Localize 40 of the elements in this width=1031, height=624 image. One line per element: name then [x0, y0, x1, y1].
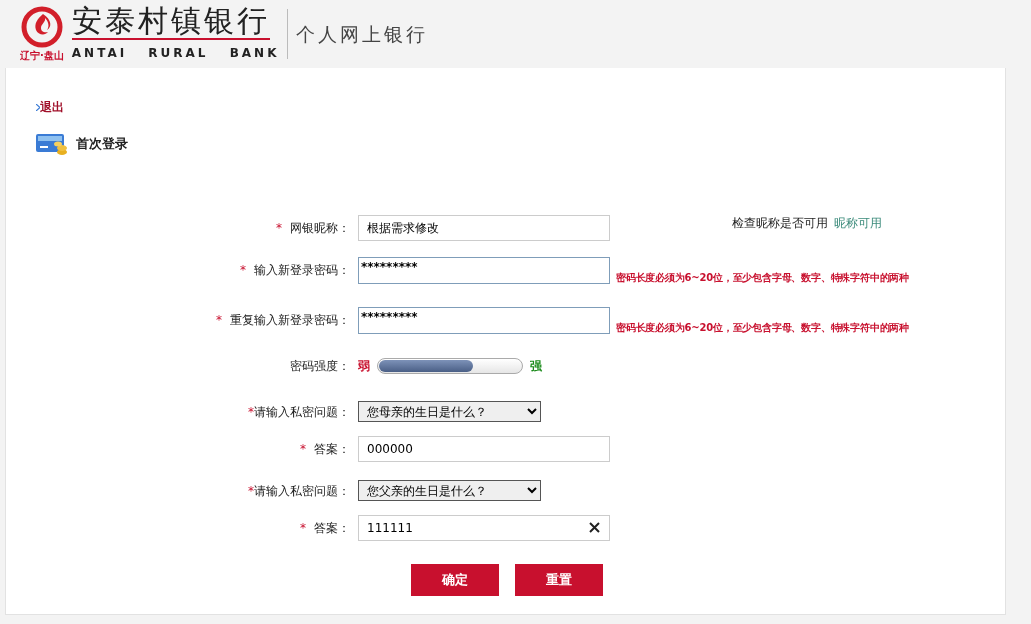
required-asterisk: * [248, 484, 254, 498]
text-field[interactable]: 111111 [358, 515, 610, 541]
field-label: 网银昵称： [290, 221, 350, 235]
required-asterisk: * [300, 521, 306, 535]
password-field[interactable]: ********* [358, 307, 610, 334]
question-dropdown[interactable]: 您母亲的生日是什么？ [358, 401, 541, 422]
field-label: 答案： [314, 521, 350, 535]
logo-icon [20, 5, 63, 48]
logout-link[interactable]: 退出 [40, 98, 64, 116]
bank-name-english: ANTAI RURAL BANK [71, 45, 280, 62]
chevron-icon [36, 103, 40, 111]
field-label: 请输入私密问题： [254, 405, 350, 419]
confirm-button[interactable]: 确定 [411, 564, 499, 596]
region-label: 辽宁·盘山 [20, 48, 64, 63]
text-field[interactable]: 根据需求修改 [358, 215, 610, 241]
reset-button[interactable]: 重置 [515, 564, 603, 596]
field-label: 密码强度： [290, 359, 350, 373]
availability-status: 昵称可用 [834, 216, 882, 230]
required-asterisk: * [240, 263, 246, 277]
check-nickname-label: 检查昵称是否可用 [732, 216, 828, 230]
required-asterisk: * [216, 313, 222, 327]
strong-label: 强 [530, 358, 542, 375]
validation-hint: 密码长度必须为6~20位，至少包含字母、数字、特殊字符中的两种 [616, 271, 910, 285]
text-field[interactable]: 000000 [358, 436, 610, 462]
field-label: 输入新登录密码： [254, 263, 350, 277]
field-label: 重复输入新登录密码： [230, 313, 350, 327]
validation-hint: 密码长度必须为6~20位，至少包含字母、数字、特殊字符中的两种 [616, 321, 910, 335]
question-dropdown[interactable]: 您父亲的生日是什么？ [358, 480, 541, 501]
card-coins-icon [36, 132, 68, 156]
page-title: 首次登录 [76, 135, 128, 154]
required-asterisk: * [300, 442, 306, 456]
product-title: 个人网上银行 [287, 9, 429, 59]
password-field[interactable]: ********* [358, 257, 610, 284]
weak-label: 弱 [358, 358, 370, 375]
field-label: 请输入私密问题： [254, 484, 350, 498]
clear-icon[interactable] [589, 522, 600, 533]
field-label: 答案： [314, 442, 350, 456]
required-asterisk: * [276, 221, 282, 235]
required-asterisk: * [248, 405, 254, 419]
bank-name: 安泰村镇银行 [71, 6, 270, 40]
